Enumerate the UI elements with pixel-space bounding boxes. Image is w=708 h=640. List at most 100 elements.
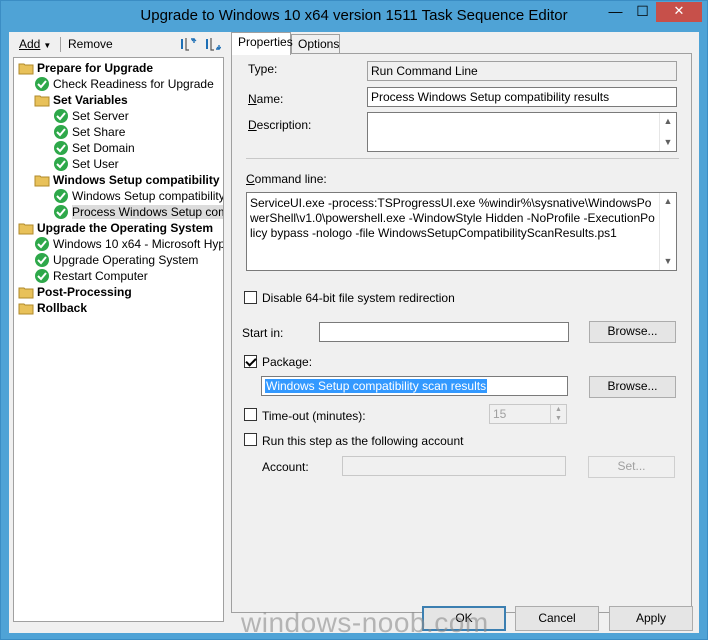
- tree-item-prepare-for-upgrade[interactable]: Prepare for Upgrade: [18, 60, 153, 76]
- command-line-label: Command line:: [246, 172, 327, 186]
- tree-item-upgrade-operating-system[interactable]: Upgrade Operating System: [34, 252, 198, 268]
- account-input: [342, 456, 566, 476]
- success-check-icon: [34, 236, 50, 252]
- tree-item-label: Upgrade the Operating System: [37, 221, 214, 235]
- package-checkbox[interactable]: [244, 355, 257, 368]
- success-check-icon: [34, 252, 50, 268]
- tree-item-label: Windows Setup compatibility sc: [72, 189, 224, 203]
- tree-item-label: Set User: [72, 157, 119, 171]
- tree-item-process-windows-setup[interactable]: Process Windows Setup compa: [53, 204, 223, 220]
- folder-icon: [18, 220, 34, 236]
- timeout-value: 15: [493, 407, 507, 421]
- spin-down-icon[interactable]: ▼: [551, 414, 566, 423]
- success-check-icon: [53, 140, 69, 156]
- spin-up-icon[interactable]: ▲: [551, 405, 566, 414]
- tree-item-rollback[interactable]: Rollback: [18, 300, 87, 316]
- tree-item-label: Prepare for Upgrade: [37, 61, 154, 75]
- folder-icon: [34, 172, 50, 188]
- add-label: Add: [19, 37, 41, 51]
- minimize-button[interactable]: —: [602, 2, 629, 22]
- tree-item-restart-computer[interactable]: Restart Computer: [34, 268, 148, 284]
- tree-item-set-server[interactable]: Set Server: [53, 108, 129, 124]
- folder-icon: [18, 60, 34, 76]
- tab-properties[interactable]: Properties: [231, 32, 293, 55]
- type-label: Type:: [248, 62, 278, 76]
- success-check-icon: [53, 156, 69, 172]
- folder-icon: [34, 92, 50, 108]
- tree-item-set-variables[interactable]: Set Variables: [34, 92, 128, 108]
- name-label: Name:: [248, 92, 284, 106]
- add-menu-button[interactable]: Add ▼: [19, 37, 51, 51]
- maximize-button[interactable]: ☐: [629, 2, 656, 22]
- tree-item-label: Windows 10 x64 - Microsoft HyperV: [53, 237, 224, 251]
- scroll-down-icon[interactable]: ▼: [660, 253, 676, 270]
- run-as-account-checkbox[interactable]: [244, 433, 257, 446]
- command-line-text: ServiceUI.exe -process:TSProgressUI.exe …: [250, 196, 655, 240]
- tree-item-label: Windows Setup compatibility s: [53, 173, 224, 187]
- tree-item-set-domain[interactable]: Set Domain: [53, 140, 135, 156]
- tree-item-windows-setup-compatibility-group[interactable]: Windows Setup compatibility s: [34, 172, 224, 188]
- client-area: Add ▼ Remove Prepare for Upgrade Check Re…: [9, 32, 699, 633]
- tree-item-check-readiness[interactable]: Check Readiness for Upgrade: [34, 76, 214, 92]
- start-in-label: Start in:: [242, 326, 284, 340]
- scroll-up-icon[interactable]: ▲: [660, 193, 676, 210]
- name-input[interactable]: Process Windows Setup compatibility resu…: [367, 87, 677, 107]
- tree-item-post-processing[interactable]: Post-Processing: [18, 284, 132, 300]
- section-divider: [246, 158, 679, 159]
- folder-icon: [18, 284, 34, 300]
- timeout-checkbox[interactable]: [244, 408, 257, 421]
- disable-64bit-label: Disable 64-bit file system redirection: [262, 291, 455, 305]
- timeout-spin-buttons[interactable]: ▲ ▼: [550, 405, 566, 423]
- tree-toolbar: Add ▼ Remove: [9, 32, 225, 57]
- tree-item-windows-10-x64-hyperv[interactable]: Windows 10 x64 - Microsoft HyperV: [34, 236, 224, 252]
- command-line-scrollbar[interactable]: ▲ ▼: [659, 193, 676, 270]
- move-down-icon[interactable]: [203, 35, 222, 53]
- tree-item-label: Set Domain: [72, 141, 135, 155]
- tree-item-label: Process Windows Setup compa: [72, 205, 223, 219]
- command-line-textarea[interactable]: ServiceUI.exe -process:TSProgressUI.exe …: [246, 192, 677, 271]
- success-check-icon: [34, 76, 50, 92]
- tree-item-label: Set Server: [72, 109, 129, 123]
- start-in-input[interactable]: [319, 322, 569, 342]
- type-field: Run Command Line: [367, 61, 677, 81]
- toolbar-divider: [60, 37, 61, 52]
- tree-item-label: Set Share: [72, 125, 126, 139]
- task-sequence-editor-window: Upgrade to Windows 10 x64 version 1511 T…: [0, 0, 708, 640]
- timeout-label: Time-out (minutes):: [262, 409, 366, 423]
- folder-icon: [18, 300, 34, 316]
- description-scrollbar[interactable]: ▲ ▼: [659, 113, 676, 151]
- remove-button[interactable]: Remove: [68, 37, 113, 51]
- package-field[interactable]: Windows Setup compatibility scan results: [261, 376, 568, 396]
- cancel-button[interactable]: Cancel: [515, 606, 599, 631]
- tree-item-set-user[interactable]: Set User: [53, 156, 119, 172]
- success-check-icon: [53, 188, 69, 204]
- tree-item-set-share[interactable]: Set Share: [53, 124, 125, 140]
- move-up-icon[interactable]: [179, 35, 197, 53]
- disable-64bit-checkbox[interactable]: [244, 291, 257, 304]
- tab-options[interactable]: Options: [291, 34, 340, 54]
- tree-item-label: Restart Computer: [53, 269, 148, 283]
- tree-item-windows-setup-compatibility-scan[interactable]: Windows Setup compatibility sc: [53, 188, 224, 204]
- task-sequence-tree[interactable]: Prepare for Upgrade Check Readiness for …: [13, 57, 224, 622]
- success-check-icon: [34, 268, 50, 284]
- tree-item-label: Upgrade Operating System: [53, 253, 199, 267]
- package-value: Windows Setup compatibility scan results: [265, 379, 488, 393]
- tree-item-upgrade-the-operating-system[interactable]: Upgrade the Operating System: [18, 220, 213, 236]
- timeout-stepper[interactable]: 15 ▲ ▼: [489, 404, 567, 424]
- tree-item-label: Rollback: [37, 301, 88, 315]
- success-check-icon: [53, 124, 69, 140]
- close-button[interactable]: ✕: [656, 2, 702, 22]
- apply-button[interactable]: Apply: [609, 606, 693, 631]
- browse-package-button[interactable]: Browse...: [589, 376, 676, 398]
- success-check-icon: [53, 108, 69, 124]
- browse-start-in-button[interactable]: Browse...: [589, 321, 676, 343]
- scroll-up-icon[interactable]: ▲: [660, 113, 676, 130]
- description-textarea[interactable]: ▲ ▼: [367, 112, 677, 152]
- set-account-button: Set...: [588, 456, 675, 478]
- dropdown-arrow-icon: ▼: [43, 41, 52, 50]
- description-label: Description:: [248, 118, 312, 132]
- title-bar[interactable]: Upgrade to Windows 10 x64 version 1511 T…: [1, 1, 707, 32]
- pane-splitter[interactable]: [225, 32, 229, 633]
- properties-panel: Type: Run Command Line Name: Process Win…: [231, 53, 692, 613]
- scroll-down-icon[interactable]: ▼: [660, 134, 676, 151]
